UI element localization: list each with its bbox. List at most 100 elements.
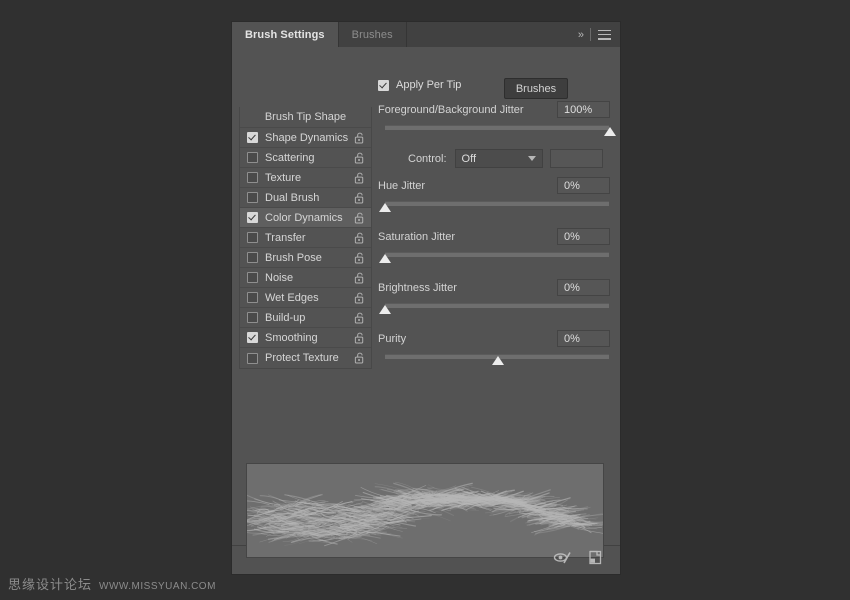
brightness-jitter-handle[interactable] [379, 305, 391, 314]
brush-option-label: Wet Edges [265, 292, 354, 304]
brush-option-label: Texture [265, 172, 354, 184]
brush-option-protect-texture[interactable]: Protect Texture [240, 348, 371, 368]
brush-option-shape-dynamics[interactable]: Shape Dynamics [240, 128, 371, 148]
control-row: Control: Off [378, 149, 610, 168]
purity-label: Purity [378, 333, 406, 345]
brush-option-checkbox[interactable] [247, 332, 258, 343]
color-dynamics-controls: Apply Per Tip Foreground/Background Jitt… [378, 77, 610, 369]
brush-option-dual-brush[interactable]: Dual Brush [240, 188, 371, 208]
brush-option-list: Brush Tip Shape Shape Dynamics Scattering… [239, 107, 372, 369]
brush-option-texture[interactable]: Texture [240, 168, 371, 188]
brush-option-label: Scattering [265, 152, 354, 164]
overflow-chevron-icon[interactable]: » [578, 29, 583, 41]
brush-option-wet-edges[interactable]: Wet Edges [240, 288, 371, 308]
fg-bg-jitter-row: Foreground/Background Jitter 100% [378, 100, 610, 119]
lock-open-icon[interactable] [354, 152, 365, 164]
tab-tools-divider [590, 28, 591, 41]
brush-option-checkbox[interactable] [247, 353, 258, 364]
saturation-jitter-row: Saturation Jitter 0% [378, 227, 610, 246]
apply-per-tip-label: Apply Per Tip [396, 79, 461, 91]
hue-jitter-slider[interactable] [378, 200, 610, 216]
brush-option-label: Shape Dynamics [265, 132, 354, 144]
chevron-down-icon [528, 156, 536, 161]
lock-open-icon[interactable] [354, 292, 365, 304]
brush-option-transfer[interactable]: Transfer [240, 228, 371, 248]
control-extra-field[interactable] [550, 149, 603, 168]
apply-per-tip-row[interactable]: Apply Per Tip [378, 77, 610, 93]
brush-tip-shape-label: Brush Tip Shape [265, 111, 346, 123]
hue-jitter-label: Hue Jitter [378, 180, 425, 192]
brush-stroke-graphic [247, 464, 603, 557]
brush-option-scattering[interactable]: Scattering [240, 148, 371, 168]
panel-body: Brushes Brush Tip Shape Shape DynamicsSc… [232, 47, 620, 545]
lock-open-icon[interactable] [354, 252, 365, 264]
brush-option-checkbox[interactable] [247, 272, 258, 283]
fg-bg-jitter-slider[interactable] [378, 124, 610, 140]
brush-option-noise[interactable]: Noise [240, 268, 371, 288]
brush-option-checkbox[interactable] [247, 192, 258, 203]
lock-open-icon[interactable] [354, 232, 365, 244]
control-select[interactable]: Off [455, 149, 543, 168]
saturation-jitter-handle[interactable] [379, 254, 391, 263]
brush-option-checkbox[interactable] [247, 172, 258, 183]
brush-option-checkbox[interactable] [247, 152, 258, 163]
lock-open-icon[interactable] [354, 132, 365, 144]
new-brush-preset-icon[interactable] [588, 550, 603, 570]
hue-jitter-row: Hue Jitter 0% [378, 176, 610, 195]
brush-option-checkbox[interactable] [247, 132, 258, 143]
lock-open-icon[interactable] [354, 212, 365, 224]
apply-per-tip-checkbox[interactable] [378, 80, 389, 91]
tab-brush-settings[interactable]: Brush Settings [232, 22, 339, 47]
brush-option-checkbox[interactable] [247, 312, 258, 323]
hue-jitter-handle[interactable] [379, 203, 391, 212]
purity-slider[interactable] [378, 353, 610, 369]
lock-open-icon[interactable] [354, 272, 365, 284]
hue-jitter-value[interactable]: 0% [557, 177, 610, 194]
lock-open-icon[interactable] [354, 172, 365, 184]
brush-option-checkbox[interactable] [247, 292, 258, 303]
tab-brushes[interactable]: Brushes [339, 22, 407, 47]
tab-bar-filler [407, 22, 578, 47]
brush-option-label: Protect Texture [265, 352, 354, 364]
purity-value[interactable]: 0% [557, 330, 610, 347]
brush-option-color-dynamics[interactable]: Color Dynamics [240, 208, 371, 228]
brightness-jitter-row: Brightness Jitter 0% [378, 278, 610, 297]
brush-option-label: Color Dynamics [265, 212, 354, 224]
brightness-jitter-value[interactable]: 0% [557, 279, 610, 296]
brush-option-brush-pose[interactable]: Brush Pose [240, 248, 371, 268]
eye-slash-icon[interactable] [553, 551, 571, 569]
panel-tab-tools: » [578, 22, 620, 47]
brush-option-label: Build-up [265, 312, 354, 324]
fg-bg-jitter-value[interactable]: 100% [557, 101, 610, 118]
brush-option-checkbox[interactable] [247, 252, 258, 263]
brush-option-label: Smoothing [265, 332, 354, 344]
brush-option-label: Dual Brush [265, 192, 354, 204]
tab-brush-settings-label: Brush Settings [245, 29, 325, 41]
brush-option-checkbox[interactable] [247, 212, 258, 223]
purity-handle[interactable] [492, 356, 504, 365]
tab-brushes-label: Brushes [352, 29, 393, 41]
brush-option-label: Transfer [265, 232, 354, 244]
brush-option-build-up[interactable]: Build-up [240, 308, 371, 328]
hamburger-menu-icon[interactable] [598, 30, 611, 40]
brightness-jitter-slider[interactable] [378, 302, 610, 318]
saturation-jitter-value[interactable]: 0% [557, 228, 610, 245]
control-label: Control: [408, 153, 447, 165]
lock-open-icon[interactable] [354, 332, 365, 344]
fg-bg-jitter-handle[interactable] [604, 127, 616, 136]
brush-settings-panel: Brush Settings Brushes » Brushes Brush T… [232, 22, 620, 574]
purity-row: Purity 0% [378, 329, 610, 348]
brush-option-label: Brush Pose [265, 252, 354, 264]
lock-open-icon[interactable] [354, 192, 365, 204]
brightness-jitter-label: Brightness Jitter [378, 282, 457, 294]
brush-option-smoothing[interactable]: Smoothing [240, 328, 371, 348]
lock-open-icon[interactable] [354, 352, 365, 364]
lock-open-icon[interactable] [354, 312, 365, 324]
control-select-value: Off [462, 153, 476, 165]
watermark: 思缘设计论坛 WWW.MISSYUAN.COM [8, 574, 216, 593]
saturation-jitter-track [385, 252, 609, 257]
brightness-jitter-track [385, 303, 609, 308]
saturation-jitter-slider[interactable] [378, 251, 610, 267]
brush-tip-shape-header[interactable]: Brush Tip Shape [240, 107, 371, 128]
brush-option-checkbox[interactable] [247, 232, 258, 243]
